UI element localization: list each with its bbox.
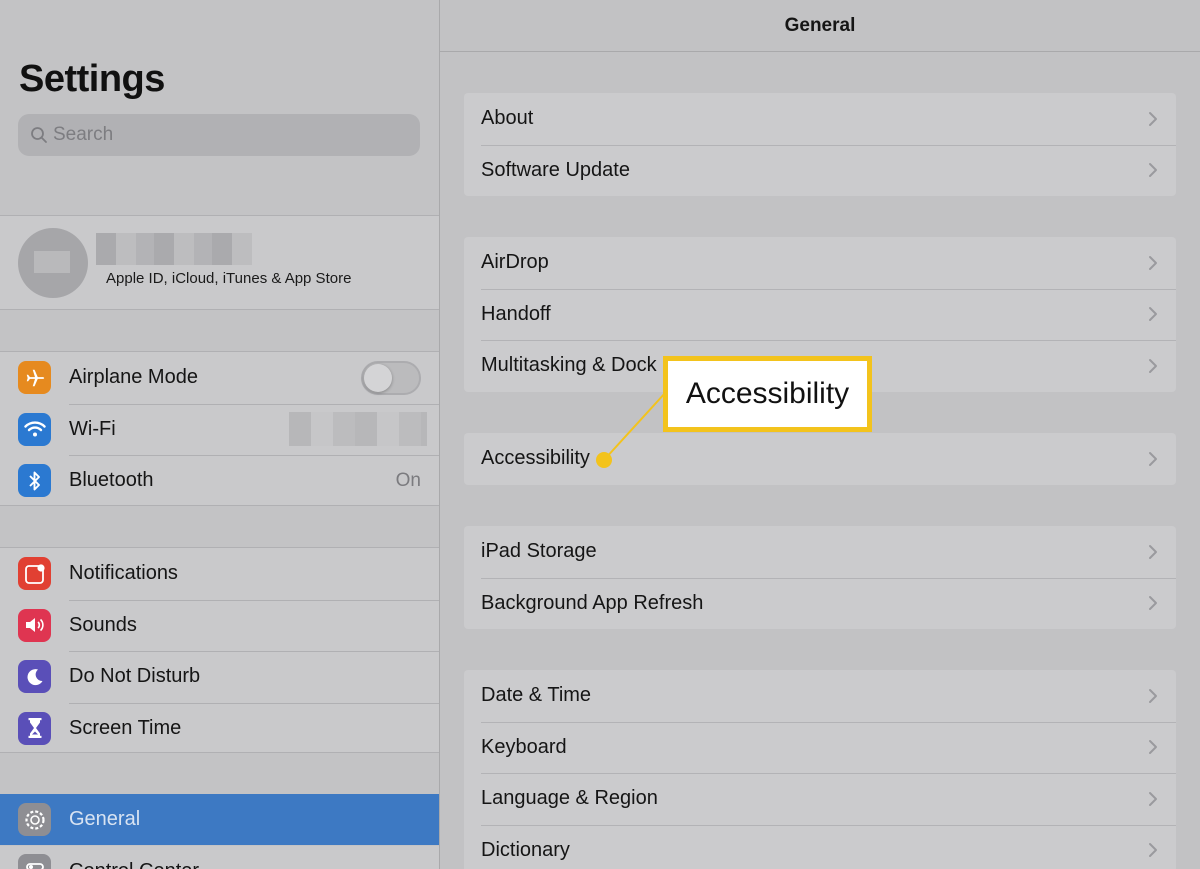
search-input[interactable]: Search — [18, 114, 420, 156]
profile-name-redacted — [96, 233, 252, 265]
chevron-right-icon — [1148, 111, 1158, 127]
sidebar-group-connectivity: Airplane Mode Wi-Fi Bluetooth On — [0, 351, 439, 506]
chevron-right-icon — [1148, 162, 1158, 178]
sidebar-item-label: Control Center — [69, 860, 199, 869]
sidebar-item-label: Do Not Disturb — [69, 665, 201, 688]
wifi-icon — [18, 412, 51, 446]
row-label: AirDrop — [481, 251, 549, 274]
sidebar-item-screen-time[interactable]: Screen Time — [0, 702, 439, 755]
row-label: Handoff — [481, 302, 551, 325]
row-label: Dictionary — [481, 838, 570, 861]
chevron-right-icon — [1148, 544, 1158, 560]
sidebar-item-label: Airplane Mode — [69, 366, 198, 389]
settings-group-accessibility: Accessibility — [464, 433, 1176, 485]
chevron-right-icon — [1148, 306, 1158, 322]
profile-subtitle: Apple ID, iCloud, iTunes & App Store — [106, 270, 352, 287]
sidebar-item-label: Notifications — [69, 562, 178, 585]
control-center-icon — [18, 854, 51, 869]
avatar-initials-redacted — [34, 251, 70, 273]
row-label: Keyboard — [481, 735, 567, 758]
sidebar-item-label: Wi-Fi — [69, 417, 116, 440]
sidebar-item-label: Screen Time — [69, 716, 182, 739]
sidebar-item-general[interactable]: General — [0, 794, 439, 845]
sidebar-item-airplane-mode[interactable]: Airplane Mode — [0, 352, 439, 404]
settings-row-dictionary[interactable]: Dictionary — [464, 824, 1176, 869]
settings-group-storage: iPad Storage Background App Refresh — [464, 526, 1176, 629]
row-label: Language & Region — [481, 787, 658, 810]
sidebar-item-bluetooth[interactable]: Bluetooth On — [0, 455, 439, 507]
notifications-icon — [18, 557, 51, 591]
nav-bar: General — [440, 0, 1200, 52]
settings-row-handoff[interactable]: Handoff — [464, 288, 1176, 341]
row-label: Date & Time — [481, 684, 592, 707]
bluetooth-icon — [18, 464, 51, 498]
settings-row-airdrop[interactable]: AirDrop — [464, 237, 1176, 289]
nav-title: General — [784, 14, 856, 36]
hourglass-icon — [18, 711, 51, 745]
chevron-right-icon — [1148, 688, 1158, 704]
sidebar-item-notifications[interactable]: Notifications — [0, 548, 439, 600]
chevron-right-icon — [1148, 451, 1158, 467]
row-label: Background App Refresh — [481, 591, 704, 614]
apple-id-profile[interactable]: Apple ID, iCloud, iTunes & App Store — [0, 215, 439, 310]
search-placeholder: Search — [53, 124, 114, 145]
sidebar-item-label: Sounds — [69, 613, 137, 636]
row-label: Multitasking & Dock — [481, 354, 657, 377]
airplane-icon — [18, 361, 51, 395]
wifi-network-redacted — [289, 412, 427, 447]
toggle-knob — [364, 363, 392, 392]
chevron-right-icon — [1148, 358, 1158, 374]
settings-row-accessibility[interactable]: Accessibility — [464, 433, 1176, 485]
search-icon — [28, 124, 50, 146]
settings-group-locale: Date & Time Keyboard Language & Region D… — [464, 670, 1176, 869]
settings-sidebar: Settings Search Apple ID, iCloud, iTunes… — [0, 0, 439, 869]
chevron-right-icon — [1148, 842, 1158, 858]
chevron-right-icon — [1148, 791, 1158, 807]
settings-row-language-region[interactable]: Language & Region — [464, 773, 1176, 825]
sidebar-item-control-center[interactable]: Control Center — [0, 846, 439, 869]
sidebar-group-notifications: Notifications Sounds Do Not Disturb Scre… — [0, 547, 439, 753]
airplane-mode-toggle[interactable] — [361, 360, 421, 395]
chevron-right-icon — [1148, 739, 1158, 755]
gear-icon — [18, 803, 51, 836]
row-label: About — [481, 107, 534, 130]
settings-group-about: About Software Update — [464, 93, 1176, 196]
sidebar-item-label: General — [69, 808, 141, 830]
settings-row-ipad-storage[interactable]: iPad Storage — [464, 526, 1176, 578]
sounds-icon — [18, 608, 51, 642]
settings-row-date-time[interactable]: Date & Time — [464, 670, 1176, 722]
row-label: iPad Storage — [481, 540, 597, 563]
settings-row-keyboard[interactable]: Keyboard — [464, 721, 1176, 774]
sidebar-item-wifi[interactable]: Wi-Fi — [0, 403, 439, 456]
general-settings-panel: General About Software Update AirDrop Ha… — [440, 0, 1200, 869]
accessibility-callout: Accessibility — [663, 356, 872, 432]
moon-icon — [18, 660, 51, 694]
sidebar-item-sounds[interactable]: Sounds — [0, 599, 439, 652]
callout-text: Accessibility — [685, 377, 850, 410]
chevron-right-icon — [1148, 595, 1158, 611]
page-title: Settings — [19, 58, 165, 100]
sidebar-item-label: Bluetooth — [69, 469, 154, 492]
chevron-right-icon — [1148, 255, 1158, 271]
sidebar-item-do-not-disturb[interactable]: Do Not Disturb — [0, 651, 439, 703]
settings-row-about[interactable]: About — [464, 93, 1176, 145]
bluetooth-status: On — [395, 469, 421, 491]
settings-row-background-app-refresh[interactable]: Background App Refresh — [464, 577, 1176, 630]
settings-row-software-update[interactable]: Software Update — [464, 144, 1176, 197]
row-label: Accessibility — [481, 447, 590, 470]
row-label: Software Update — [481, 158, 630, 181]
